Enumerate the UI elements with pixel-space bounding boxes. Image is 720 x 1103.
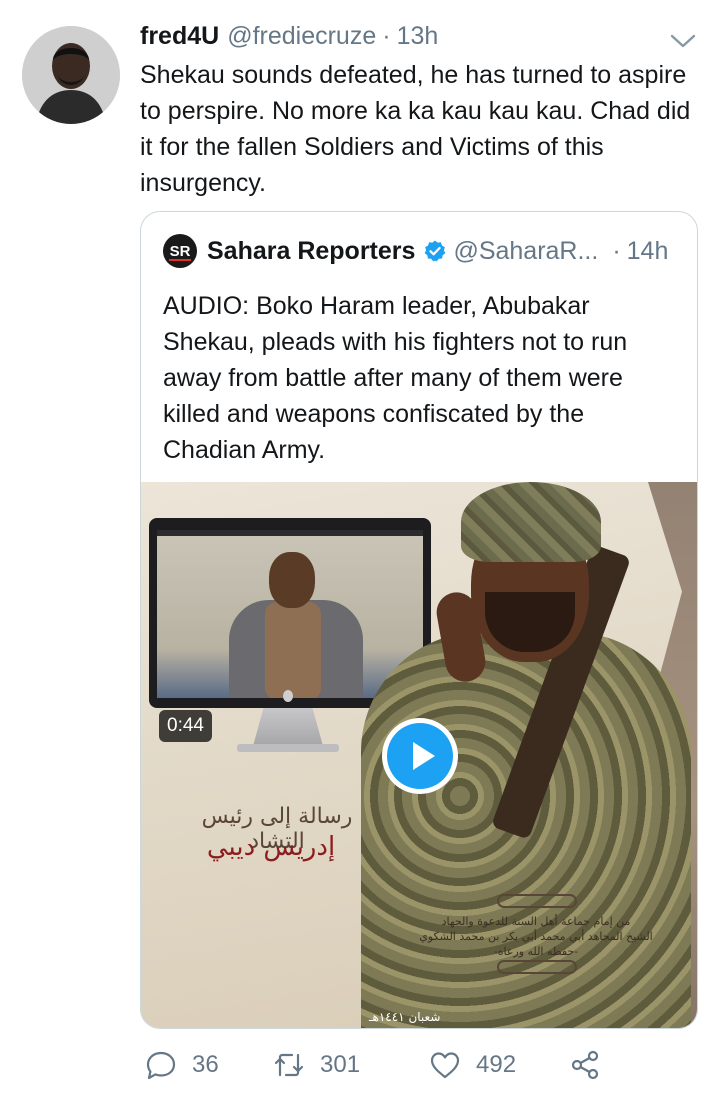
- reply-count: 36: [192, 1051, 219, 1078]
- chevron-down-icon[interactable]: [668, 30, 698, 52]
- tweet-actions: 36 301 492: [140, 1045, 700, 1085]
- quoted-text: AUDIO: Boko Haram leader, Abubakar Sheka…: [163, 292, 628, 464]
- avatar[interactable]: [22, 26, 120, 124]
- quoted-author-name: Sahara Reporters: [207, 236, 416, 265]
- tweet-header: fred4U @frediecruze · 13h: [140, 22, 438, 58]
- reply-icon: [146, 1051, 176, 1080]
- play-icon: [387, 723, 453, 789]
- author-name[interactable]: fred4U: [140, 22, 219, 51]
- heart-icon: [430, 1052, 460, 1079]
- verified-badge-icon: [425, 240, 446, 262]
- poster-credit-line2: الشيخ المجاهد أبي محمد أبي بكر بن محمد ا…: [419, 930, 653, 943]
- quoted-author-handle: @SaharaR...: [453, 236, 599, 265]
- separator-dot: ·: [612, 236, 621, 265]
- like-count: 492: [476, 1051, 517, 1078]
- video-duration: 0:44: [159, 710, 212, 742]
- monitor-stand: [253, 708, 323, 746]
- like-button[interactable]: 492: [428, 1045, 516, 1085]
- retweet-icon: [274, 1053, 304, 1077]
- tweet[interactable]: fred4U @frediecruze · 13h Shekau sounds …: [0, 0, 720, 1103]
- apple-logo-icon: [283, 690, 293, 702]
- poster-credit: من إمام جماعة أهل السنة للدعوة والجهاد ا…: [411, 914, 661, 959]
- tweet-time[interactable]: 13h: [397, 22, 439, 51]
- speaker-cap: [461, 482, 601, 562]
- share-icon: [571, 1050, 599, 1080]
- quoted-tweet[interactable]: SR Sahara Reporters @SaharaR... · 14h AU…: [140, 211, 698, 1029]
- retweet-count: 301: [320, 1051, 361, 1078]
- reply-button[interactable]: 36: [144, 1045, 219, 1085]
- author-handle[interactable]: @frediecruze: [227, 22, 376, 51]
- quoted-time: 14h: [626, 236, 669, 265]
- separator-dot: ·: [382, 22, 391, 50]
- ornament-top: [497, 894, 577, 908]
- poster-credit-line3: -حفظه الله ورعاه-: [493, 945, 579, 958]
- tweet-text: Shekau sounds defeated, he has turned to…: [140, 61, 691, 197]
- quoted-header: SR Sahara Reporters @SaharaR... · 14h: [163, 234, 668, 268]
- share-button[interactable]: [568, 1045, 616, 1085]
- avatar-photo: [22, 26, 120, 124]
- sahara-reporters-logo-icon: SR: [163, 234, 197, 268]
- play-button[interactable]: [382, 718, 458, 794]
- poster-title-line2: إدريس ديبي: [206, 832, 336, 862]
- ornament-bottom: [497, 960, 577, 974]
- retweet-button[interactable]: 301: [272, 1045, 360, 1085]
- monitor-stand-base: [237, 744, 339, 752]
- poster-credit-line1: من إمام جماعة أهل السنة للدعوة والجهاد: [441, 915, 631, 928]
- poster-date: شعبان ١٤٤١هـ: [369, 1010, 441, 1024]
